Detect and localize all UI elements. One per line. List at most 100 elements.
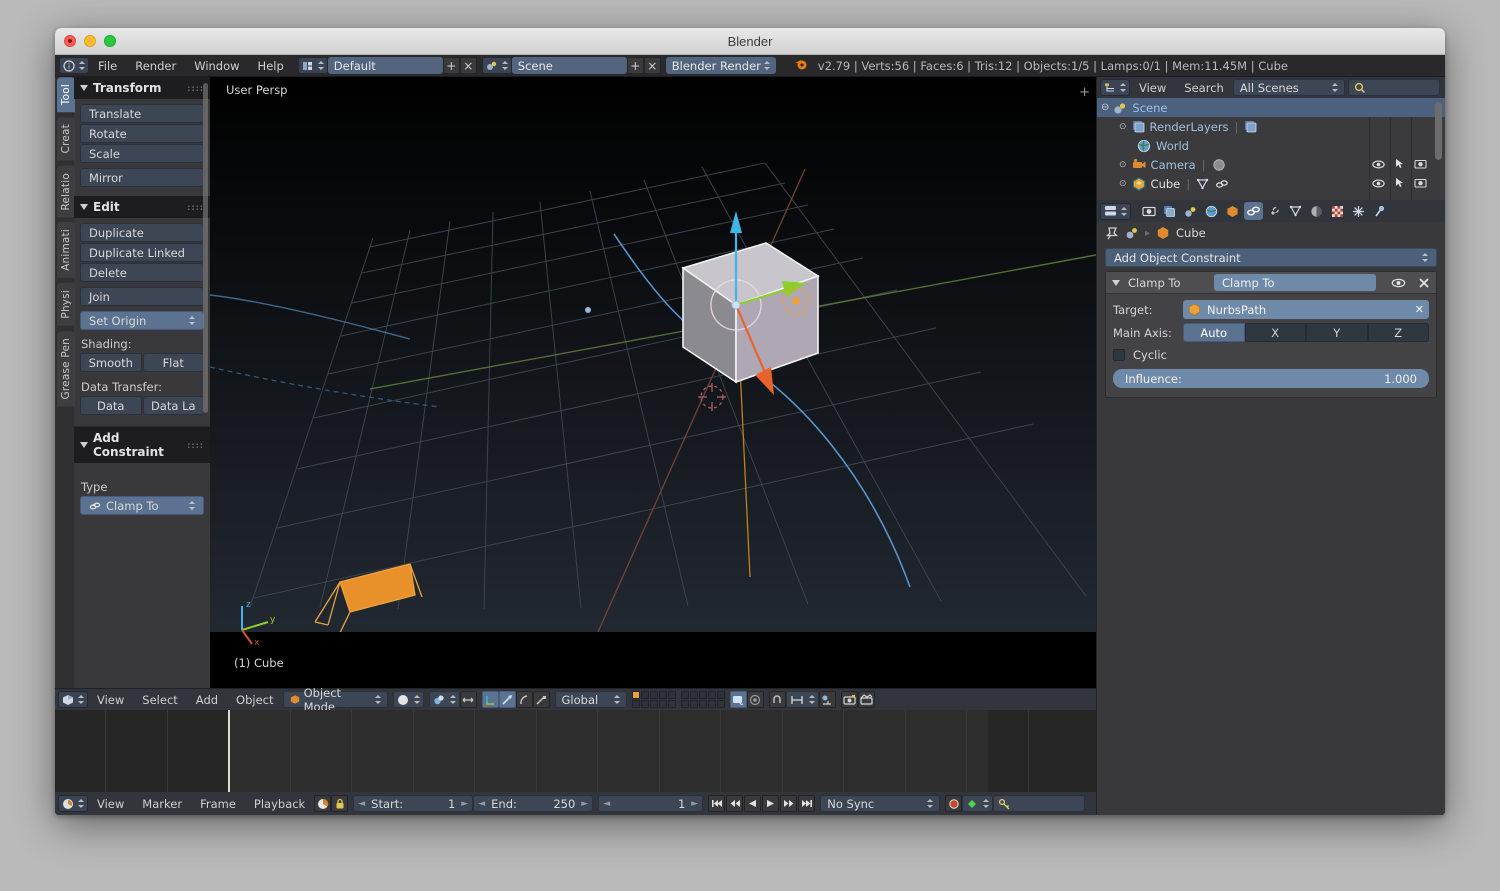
restrict-render-icon[interactable] — [1410, 158, 1431, 172]
restrict-render-icon[interactable] — [1410, 177, 1431, 191]
layer-cell[interactable] — [680, 700, 689, 708]
add-object-constraint-button[interactable]: Add Object Constraint — [1105, 248, 1437, 267]
expand-toggle-icon[interactable]: ⊙ — [1119, 160, 1127, 170]
screen-layout-icon-button[interactable] — [297, 57, 328, 74]
constraint-type-dropdown[interactable]: Clamp To — [80, 496, 204, 515]
scale-manipulator-button[interactable] — [532, 691, 550, 708]
outliner-restrict-buttons[interactable] — [1368, 155, 1431, 174]
tab-tool[interactable]: Tool — [57, 77, 75, 113]
properties-tab-render-layers[interactable] — [1160, 202, 1179, 220]
tab-grease-pencil[interactable]: Grease Pen — [57, 330, 75, 407]
constraint-link-icon[interactable] — [1215, 178, 1229, 190]
transform-orientation-selector[interactable]: Global — [554, 691, 627, 708]
sync-mode-selector[interactable]: No Sync — [820, 795, 941, 812]
duplicate-button[interactable]: Duplicate — [80, 223, 204, 242]
end-frame-field[interactable]: ◄ End: 250 ► — [473, 795, 594, 812]
shade-flat-button[interactable]: Flat — [142, 353, 204, 372]
jump-to-start-button[interactable] — [708, 795, 726, 812]
snap-element-selector[interactable] — [785, 691, 819, 708]
outliner-menu-view[interactable]: View — [1130, 77, 1175, 99]
viewport-menu-view[interactable]: View — [88, 689, 133, 711]
add-screen-layout-button[interactable]: + — [442, 57, 460, 74]
outliner-editor[interactable]: View Search All Scenes ⊖ Scene ⊙ RenderL… — [1097, 77, 1445, 200]
layer-cell[interactable] — [698, 691, 707, 699]
restrict-view-icon[interactable] — [1368, 158, 1389, 172]
axis-y-button[interactable]: Y — [1306, 323, 1368, 342]
tool-shelf-scrollbar[interactable] — [203, 83, 208, 413]
restrict-select-icon[interactable] — [1389, 177, 1410, 191]
keying-set-selector[interactable] — [962, 795, 994, 812]
layer-cell[interactable] — [640, 700, 649, 708]
axis-x-button[interactable]: X — [1244, 323, 1306, 342]
layer-cell[interactable] — [680, 691, 689, 699]
outliner-row-camera[interactable]: ⊙ Camera | — [1097, 155, 1445, 174]
target-object-field[interactable]: NurbsPath ✕ — [1183, 300, 1429, 319]
main-axis-segmented-control[interactable]: Auto X Y Z — [1183, 323, 1429, 342]
mesh-data-icon[interactable] — [1196, 178, 1209, 190]
properties-tab-texture[interactable] — [1328, 202, 1347, 220]
outliner-tree[interactable]: ⊖ Scene ⊙ RenderLayers | World ⊙ Camera … — [1097, 98, 1445, 200]
viewport-shading-selector[interactable] — [392, 691, 424, 708]
outliner-search-input[interactable] — [1347, 79, 1440, 96]
layer-cell[interactable] — [698, 700, 707, 708]
layer-cell[interactable] — [716, 700, 725, 708]
3d-viewport[interactable]: User Persp + z y x (1) Cube — [210, 77, 1096, 688]
layer-cell[interactable] — [640, 691, 649, 699]
render-engine-selector[interactable]: Blender Render — [665, 57, 776, 74]
opengl-render-options[interactable] — [818, 691, 836, 708]
chevron-right-icon[interactable]: ► — [581, 799, 588, 809]
start-frame-field[interactable]: ◄ Start: 1 ► — [353, 795, 474, 812]
properties-tab-world[interactable] — [1202, 202, 1221, 220]
tab-animation[interactable]: Animati — [57, 222, 75, 278]
menu-file[interactable]: File — [89, 55, 126, 77]
axis-z-button[interactable]: Z — [1367, 323, 1429, 342]
jump-to-next-keyframe-button[interactable] — [780, 795, 798, 812]
translate-manipulator-button[interactable] — [498, 691, 516, 708]
layer-cell[interactable] — [658, 700, 667, 708]
layer-cell[interactable] — [667, 691, 676, 699]
layer-cell[interactable] — [667, 700, 676, 708]
lock-to-scene-toggle[interactable] — [729, 691, 747, 708]
properties-tab-scene[interactable] — [1181, 202, 1200, 220]
active-keying-set-field[interactable] — [993, 795, 1086, 812]
timeline-menu-frame[interactable]: Frame — [191, 793, 245, 815]
pin-icon[interactable] — [1105, 226, 1119, 240]
play-reverse-button[interactable] — [744, 795, 762, 812]
layer-group-2[interactable] — [680, 691, 725, 708]
playback-controls[interactable] — [708, 795, 816, 812]
outliner-row-scene[interactable]: ⊖ Scene — [1097, 98, 1445, 117]
editor-type-selector-viewport[interactable] — [58, 691, 88, 708]
constraint-name-field[interactable]: Clamp To — [1214, 274, 1376, 291]
timeline-menu-view[interactable]: View — [88, 793, 133, 815]
properties-editor[interactable]: ▸ Cube Add Object Constraint Clamp To Cl… — [1097, 200, 1445, 815]
chevron-right-icon[interactable]: ► — [691, 799, 698, 809]
delete-button[interactable]: Delete — [80, 263, 204, 282]
object-breadcrumb-icon[interactable] — [1156, 226, 1170, 240]
timeline-menu-marker[interactable]: Marker — [133, 793, 191, 815]
cyclic-checkbox[interactable] — [1113, 349, 1125, 361]
expand-toggle-icon[interactable]: ⊙ — [1119, 179, 1127, 189]
viewport-menu-select[interactable]: Select — [133, 689, 186, 711]
translate-button[interactable]: Translate — [80, 104, 204, 123]
timeline-canvas[interactable] — [55, 710, 1096, 792]
rotate-manipulator-button[interactable] — [515, 691, 533, 708]
pivot-point-selector[interactable] — [428, 691, 460, 708]
expand-toggle-icon[interactable]: ⊙ — [1119, 122, 1127, 132]
chevron-left-icon[interactable]: ◄ — [478, 799, 485, 809]
layer-cell[interactable] — [631, 691, 640, 699]
timeline-menu-playback[interactable]: Playback — [245, 793, 314, 815]
data-button[interactable]: Data — [80, 396, 142, 415]
collapse-toggle-icon[interactable]: ⊖ — [1101, 102, 1109, 113]
delete-screen-layout-button[interactable]: × — [459, 57, 477, 74]
editor-type-selector-properties[interactable] — [1100, 202, 1131, 220]
scene-layers[interactable] — [631, 691, 725, 708]
use-preview-range-toggle[interactable] — [314, 795, 332, 812]
restrict-select-icon[interactable] — [1389, 158, 1410, 172]
manipulate-center-points-toggle[interactable] — [459, 691, 477, 708]
timeline-playhead[interactable] — [228, 710, 230, 792]
properties-tab-modifiers[interactable] — [1265, 202, 1284, 220]
interaction-mode-selector[interactable]: Object Mode — [282, 686, 388, 714]
scene-field[interactable]: Scene — [511, 57, 627, 74]
chevron-right-icon[interactable]: ► — [461, 799, 468, 809]
proportional-editing-toggle[interactable] — [746, 691, 764, 708]
